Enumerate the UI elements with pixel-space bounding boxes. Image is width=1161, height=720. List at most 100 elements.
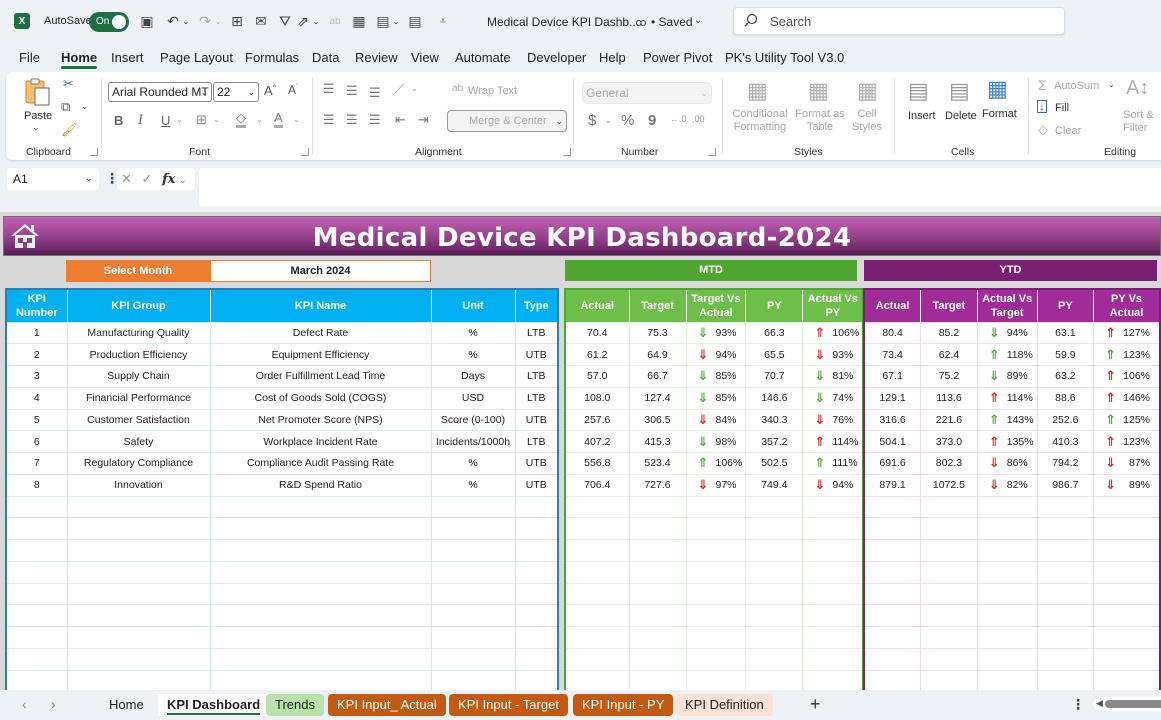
tab-data[interactable]: Data [312,50,339,65]
wrap-text-button[interactable]: Wrap Text [468,85,517,98]
format-cells-icon[interactable]: ▦ [987,76,1008,102]
font-color-icon[interactable]: A [274,110,283,128]
table-icon[interactable]: ▦ [350,12,368,30]
borders-button-icon[interactable]: ⊞ [196,112,207,128]
share-icon[interactable]: ⇗ [294,12,312,30]
fill-icon[interactable]: ↓ [1037,100,1047,113]
enter-icon[interactable]: ✓ [142,171,153,186]
email-icon[interactable]: ✉ [252,12,270,30]
bold-button[interactable]: B [114,113,123,128]
worksheet[interactable]: Medical Device KPI Dashboard-2024 Select… [0,212,1161,693]
chevron-down-icon[interactable]: ⌄ [179,175,187,185]
decrease-font-icon[interactable]: Aˇ [288,83,298,97]
sheet-tab-trends[interactable]: Trends [266,694,324,716]
horizontal-scrollbar[interactable]: ◀ [1093,697,1161,711]
orientation-icon[interactable]: ⟋ [395,81,404,97]
tab-automate[interactable]: Automate [455,50,511,65]
tab-page-layout[interactable]: Page Layout [160,50,233,65]
tab-help[interactable]: Help [599,50,626,65]
search-box[interactable]: Search [733,7,1065,35]
sort-filter-button[interactable]: Sort & Filter [1123,109,1161,135]
fill-button[interactable]: Fill [1055,102,1069,115]
autosum-dropdown-icon[interactable]: ⌄ [1108,80,1115,89]
alignment-launcher-icon[interactable] [563,148,571,156]
underline-dropdown-icon[interactable]: ⌄ [176,115,183,124]
sheet-tab-kpi-input-target[interactable]: KPI Input - Target [449,694,568,716]
font-size-select[interactable]: 22 ⌄ [213,82,259,102]
redo-icon[interactable]: ↷ [196,12,214,30]
delete-cells-button[interactable]: Delete [945,110,977,123]
align-bottom-icon[interactable]: ☰ [369,85,381,101]
fill-color-dropdown-icon[interactable]: ⌄ [256,115,263,124]
tab-power-pivot[interactable]: Power Pivot [643,50,712,65]
month-select[interactable]: March 2024 [210,260,431,282]
cell-styles-button[interactable]: Cell Styles [849,108,885,134]
align-center-icon[interactable]: ☰ [346,112,358,128]
align-middle-icon[interactable]: ☰ [346,83,358,99]
sheet-tab-kpi-input-actual[interactable]: KPI Input_ Actual [328,694,446,716]
calculator-dropdown-icon[interactable]: ⌄ [392,12,400,30]
format-as-table-button[interactable]: Format as Table [794,108,846,134]
font-color-dropdown-icon[interactable]: ⌄ [293,115,300,124]
sheet-tab-kpi-dashboard[interactable]: KPI Dashboard [158,694,270,716]
tab-insert[interactable]: Insert [111,50,144,65]
document-title[interactable]: Medical Device KPI Dashb... [487,15,639,29]
merge-center-button[interactable]: Merge & Center ⌄ [447,110,567,132]
autosum-icon[interactable]: Σ [1038,77,1047,93]
cell-styles-icon[interactable]: ▦ [857,78,878,104]
add-sheet-button[interactable]: + [810,694,821,715]
align-left-icon[interactable]: ☰ [323,112,335,128]
scrollbar-thumb[interactable] [1105,700,1161,708]
paste-icon[interactable] [23,77,53,107]
scroll-left-icon[interactable]: ◀ [1096,698,1103,709]
increase-decimal-icon[interactable]: ←.0 [670,114,687,124]
tab-view[interactable]: View [411,50,439,65]
sort-filter-icon[interactable]: A↕ [1126,77,1149,100]
font-name-select[interactable]: Arial Rounded MT ⌄ [108,82,212,102]
align-top-icon[interactable]: ☰ [323,81,335,97]
filter-icon[interactable]: ⛛ [276,12,294,30]
name-box[interactable]: A1 ⌄ [7,168,99,190]
save-icon[interactable]: ▣ [138,12,156,30]
paste-dropdown-icon[interactable]: ⌄ [32,122,40,133]
tab-file[interactable]: File [19,50,40,65]
autosave-toggle[interactable]: On [89,12,129,32]
share-dropdown-icon[interactable]: ⌄ [312,12,320,30]
tab-review[interactable]: Review [355,50,398,65]
format-cells-button[interactable]: Format [982,108,1017,121]
comma-button[interactable]: 9 [648,112,656,129]
currency-button[interactable]: $ [588,112,596,129]
save-status-chevron-icon[interactable]: ⌄ [694,15,702,26]
clear-button[interactable]: Clear [1055,125,1081,138]
borders-icon[interactable]: ⊞ [228,12,246,30]
clear-icon[interactable]: ◇ [1038,122,1048,138]
formula-input[interactable] [199,168,1161,206]
format-as-table-icon[interactable]: ▦ [808,78,829,104]
tab-formulas[interactable]: Formulas [245,50,299,65]
calculator-icon[interactable]: ▤ [374,12,392,30]
cancel-icon[interactable]: ✕ [121,171,132,186]
customize-qat-icon[interactable]: ⩡ [434,12,452,30]
increase-indent-icon[interactable]: ⇥ [418,112,429,128]
next-sheet-icon[interactable]: › [51,696,56,712]
coauthor-icon[interactable]: ꝏ [632,13,650,31]
tab-developer[interactable]: Developer [527,50,586,65]
decrease-indent-icon[interactable]: ⇤ [395,112,406,128]
sheet-options-icon[interactable]: ⋮ [1071,696,1085,713]
redo-dropdown-icon[interactable]: ⌄ [214,12,222,30]
underline-button[interactable]: U [161,113,170,128]
save-status[interactable]: • Saved [651,15,693,29]
format-painter-icon[interactable]: 🖌 [61,122,78,138]
align-right-icon[interactable]: ☰ [369,112,381,128]
conditional-formatting-icon[interactable]: ▦ [747,78,768,104]
tab-home[interactable]: Home [61,50,98,69]
sheet-tab-home[interactable]: Home [100,694,153,716]
decrease-decimal-icon[interactable]: .00 [692,114,705,124]
cut-icon[interactable]: ✂ [63,76,74,92]
delete-cells-icon[interactable]: ▤ [949,78,970,104]
insert-function-icon[interactable]: fx [162,172,175,187]
number-format-select[interactable]: General ⌄ [582,82,712,104]
number-launcher-icon[interactable] [708,148,716,156]
clipboard-launcher-icon[interactable] [90,148,98,156]
fill-color-icon[interactable]: ◇ [236,111,246,128]
